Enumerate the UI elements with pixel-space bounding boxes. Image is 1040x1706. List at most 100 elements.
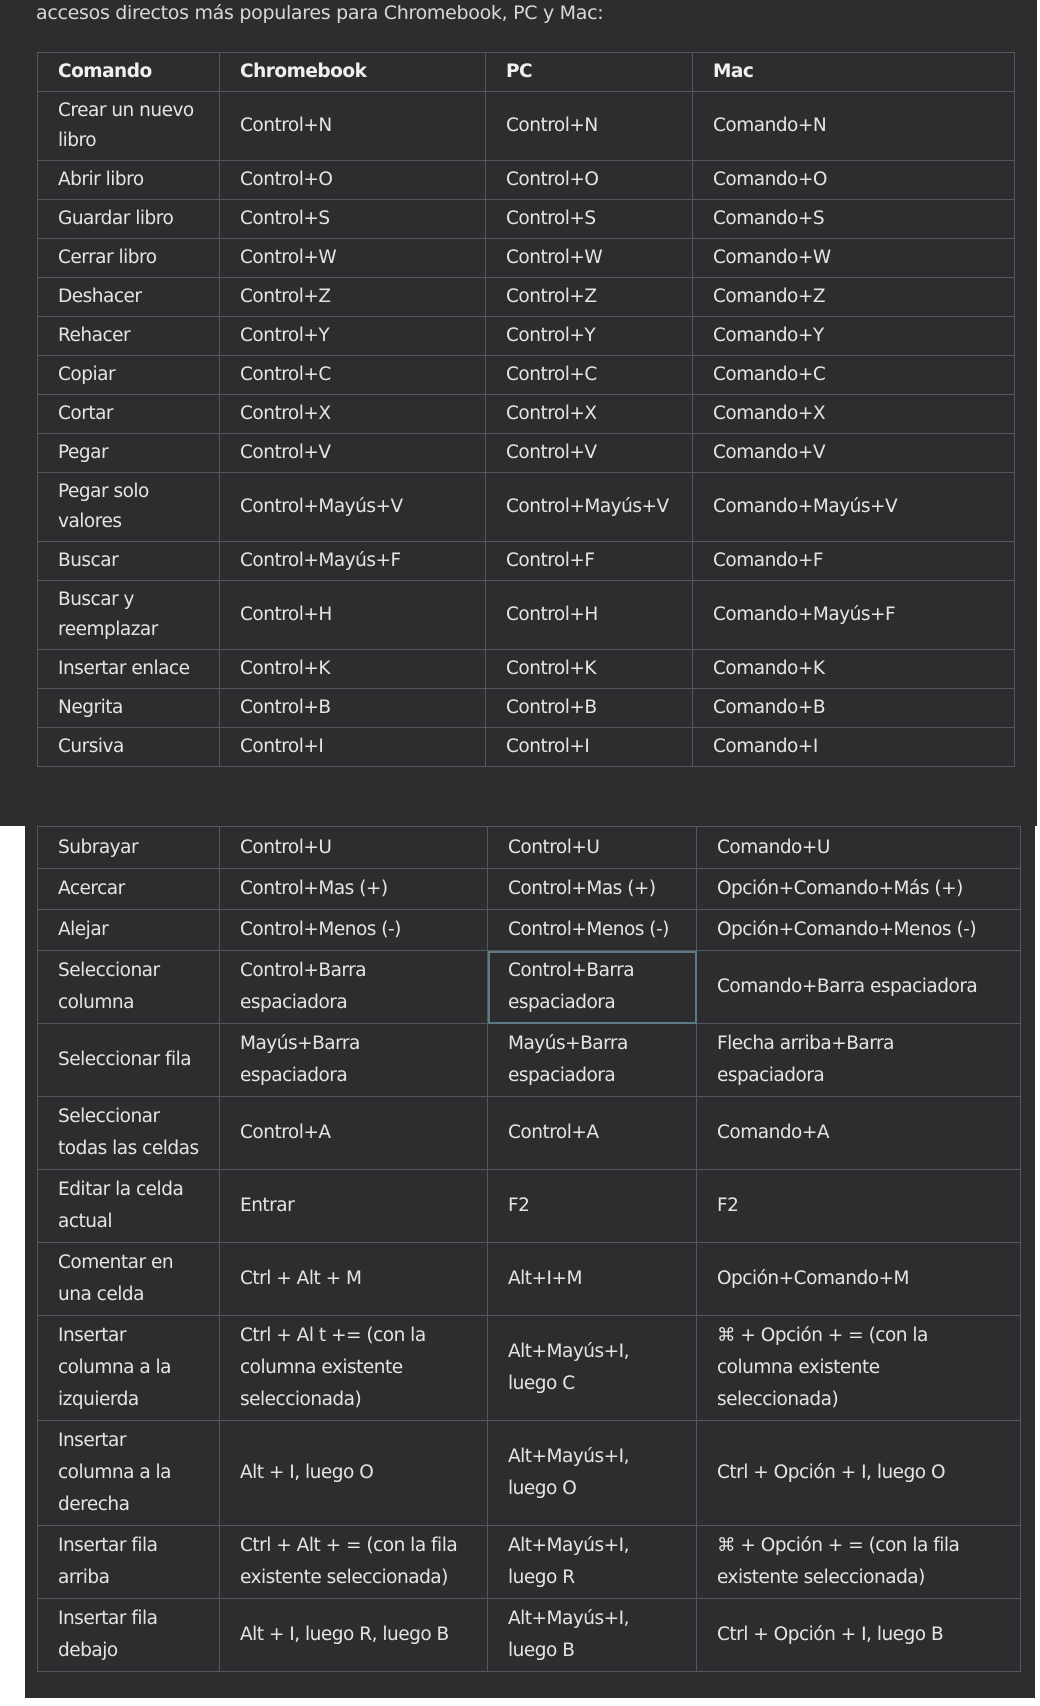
chromebook-cell[interactable]: Entrar	[219, 1169, 488, 1243]
pc-cell[interactable]: Control+Z	[485, 277, 693, 317]
command-cell[interactable]: Comentar en una celda	[37, 1242, 220, 1316]
pc-cell[interactable]: Alt+Mayús+I, luego C	[487, 1315, 697, 1421]
chromebook-cell[interactable]: Control+Mayús+F	[219, 541, 486, 581]
command-cell[interactable]: Insertar enlace	[37, 649, 220, 689]
mac-cell[interactable]: Flecha arriba+Barra espaciadora	[696, 1023, 1021, 1097]
chromebook-cell[interactable]: Ctrl + Al t += (con la columna existente…	[219, 1315, 488, 1421]
command-cell[interactable]: Cortar	[37, 394, 220, 434]
command-cell[interactable]: Insertar fila debajo	[37, 1598, 220, 1672]
mac-cell[interactable]: Opción+Comando+Más (+)	[696, 868, 1021, 910]
mac-cell[interactable]: Ctrl + Opción + I, luego O	[696, 1420, 1021, 1526]
pc-cell[interactable]: Alt+Mayús+I, luego R	[487, 1525, 697, 1599]
command-cell[interactable]: Buscar	[37, 541, 220, 581]
pc-cell[interactable]: Control+K	[485, 649, 693, 689]
command-cell[interactable]: Insertar fila arriba	[37, 1525, 220, 1599]
chromebook-cell[interactable]: Control+V	[219, 433, 486, 473]
mac-cell[interactable]: Comando+B	[692, 688, 1015, 728]
pc-cell[interactable]: Control+U	[487, 826, 697, 869]
chromebook-cell[interactable]: Control+U	[219, 826, 488, 869]
chromebook-cell[interactable]: Mayús+Barra espaciadora	[219, 1023, 488, 1097]
mac-cell[interactable]: Comando+O	[692, 160, 1015, 200]
command-cell[interactable]: Seleccionar columna	[37, 950, 220, 1024]
pc-cell[interactable]: Control+H	[485, 580, 693, 650]
chromebook-cell[interactable]: Control+I	[219, 727, 486, 767]
chromebook-cell[interactable]: Control+K	[219, 649, 486, 689]
mac-cell[interactable]: ⌘ + Opción + = (con la fila existente se…	[696, 1525, 1021, 1599]
command-cell[interactable]: Insertar columna a la derecha	[37, 1420, 220, 1526]
pc-cell[interactable]: Alt+I+M	[487, 1242, 697, 1316]
command-cell[interactable]: Seleccionar todas las celdas	[37, 1096, 220, 1170]
pc-cell[interactable]: Control+N	[485, 91, 693, 161]
pc-cell[interactable]: Control+O	[485, 160, 693, 200]
chromebook-cell[interactable]: Ctrl + Alt + M	[219, 1242, 488, 1316]
chromebook-cell[interactable]: Control+N	[219, 91, 486, 161]
command-cell[interactable]: Guardar libro	[37, 199, 220, 239]
mac-cell[interactable]: Comando+A	[696, 1096, 1021, 1170]
pc-cell[interactable]: F2	[487, 1169, 697, 1243]
command-cell[interactable]: Alejar	[37, 909, 220, 951]
chromebook-cell[interactable]: Control+Z	[219, 277, 486, 317]
chromebook-cell[interactable]: Ctrl + Alt + = (con la fila existente se…	[219, 1525, 488, 1599]
mac-cell[interactable]: F2	[696, 1169, 1021, 1243]
chromebook-cell[interactable]: Control+O	[219, 160, 486, 200]
chromebook-cell[interactable]: Control+S	[219, 199, 486, 239]
command-cell[interactable]: Insertar columna a la izquierda	[37, 1315, 220, 1421]
command-cell[interactable]: Negrita	[37, 688, 220, 728]
chromebook-cell[interactable]: Control+A	[219, 1096, 488, 1170]
mac-cell[interactable]: Comando+Y	[692, 316, 1015, 356]
mac-cell[interactable]: Comando+X	[692, 394, 1015, 434]
command-cell[interactable]: Pegar	[37, 433, 220, 473]
command-cell[interactable]: Buscar y reemplazar	[37, 580, 220, 650]
pc-cell[interactable]: Control+F	[485, 541, 693, 581]
command-cell[interactable]: Editar la celda actual	[37, 1169, 220, 1243]
pc-cell[interactable]: Control+C	[485, 355, 693, 395]
command-cell[interactable]: Cursiva	[37, 727, 220, 767]
mac-cell[interactable]: Comando+Mayús+F	[692, 580, 1015, 650]
pc-cell[interactable]: Control+S	[485, 199, 693, 239]
mac-cell[interactable]: Comando+Z	[692, 277, 1015, 317]
mac-cell[interactable]: Comando+C	[692, 355, 1015, 395]
command-cell[interactable]: Copiar	[37, 355, 220, 395]
chromebook-cell[interactable]: Control+B	[219, 688, 486, 728]
chromebook-cell[interactable]: Control+Menos (-)	[219, 909, 488, 951]
mac-cell[interactable]: Comando+F	[692, 541, 1015, 581]
chromebook-cell[interactable]: Control+Y	[219, 316, 486, 356]
chromebook-cell[interactable]: Control+Barra espaciadora	[219, 950, 488, 1024]
pc-cell[interactable]: Control+I	[485, 727, 693, 767]
mac-cell[interactable]: Opción+Comando+M	[696, 1242, 1021, 1316]
command-cell[interactable]: Abrir libro	[37, 160, 220, 200]
command-cell[interactable]: Crear un nuevo libro	[37, 91, 220, 161]
chromebook-cell[interactable]: Control+H	[219, 580, 486, 650]
mac-cell[interactable]: Comando+U	[696, 826, 1021, 869]
mac-cell[interactable]: Comando+S	[692, 199, 1015, 239]
pc-cell[interactable]: Control+A	[487, 1096, 697, 1170]
chromebook-cell[interactable]: Alt + I, luego O	[219, 1420, 488, 1526]
chromebook-cell[interactable]: Control+X	[219, 394, 486, 434]
mac-cell[interactable]: Comando+K	[692, 649, 1015, 689]
pc-cell[interactable]: Control+Mayús+V	[485, 472, 693, 542]
command-cell[interactable]: Rehacer	[37, 316, 220, 356]
mac-cell[interactable]: Comando+I	[692, 727, 1015, 767]
mac-cell[interactable]: Opción+Comando+Menos (-)	[696, 909, 1021, 951]
command-cell[interactable]: Pegar solo valores	[37, 472, 220, 542]
pc-cell[interactable]: Alt+Mayús+I, luego B	[487, 1598, 697, 1672]
mac-cell[interactable]: Comando+Mayús+V	[692, 472, 1015, 542]
chromebook-cell[interactable]: Control+Mayús+V	[219, 472, 486, 542]
chromebook-cell[interactable]: Control+Mas (+)	[219, 868, 488, 910]
chromebook-cell[interactable]: Control+C	[219, 355, 486, 395]
mac-cell[interactable]: Comando+W	[692, 238, 1015, 278]
pc-cell[interactable]: Mayús+Barra espaciadora	[487, 1023, 697, 1097]
command-cell[interactable]: Acercar	[37, 868, 220, 910]
command-cell[interactable]: Cerrar libro	[37, 238, 220, 278]
chromebook-cell[interactable]: Control+W	[219, 238, 486, 278]
pc-cell[interactable]: Control+Mas (+)	[487, 868, 697, 910]
command-cell[interactable]: Seleccionar fila	[37, 1023, 220, 1097]
mac-cell[interactable]: Comando+N	[692, 91, 1015, 161]
pc-cell[interactable]: Control+B	[485, 688, 693, 728]
pc-cell[interactable]: Control+Y	[485, 316, 693, 356]
command-cell[interactable]: Subrayar	[37, 826, 220, 869]
mac-cell[interactable]: ⌘ + Opción + = (con la columna existente…	[696, 1315, 1021, 1421]
pc-cell[interactable]: Control+V	[485, 433, 693, 473]
pc-cell[interactable]: Alt+Mayús+I, luego O	[487, 1420, 697, 1526]
command-cell[interactable]: Deshacer	[37, 277, 220, 317]
